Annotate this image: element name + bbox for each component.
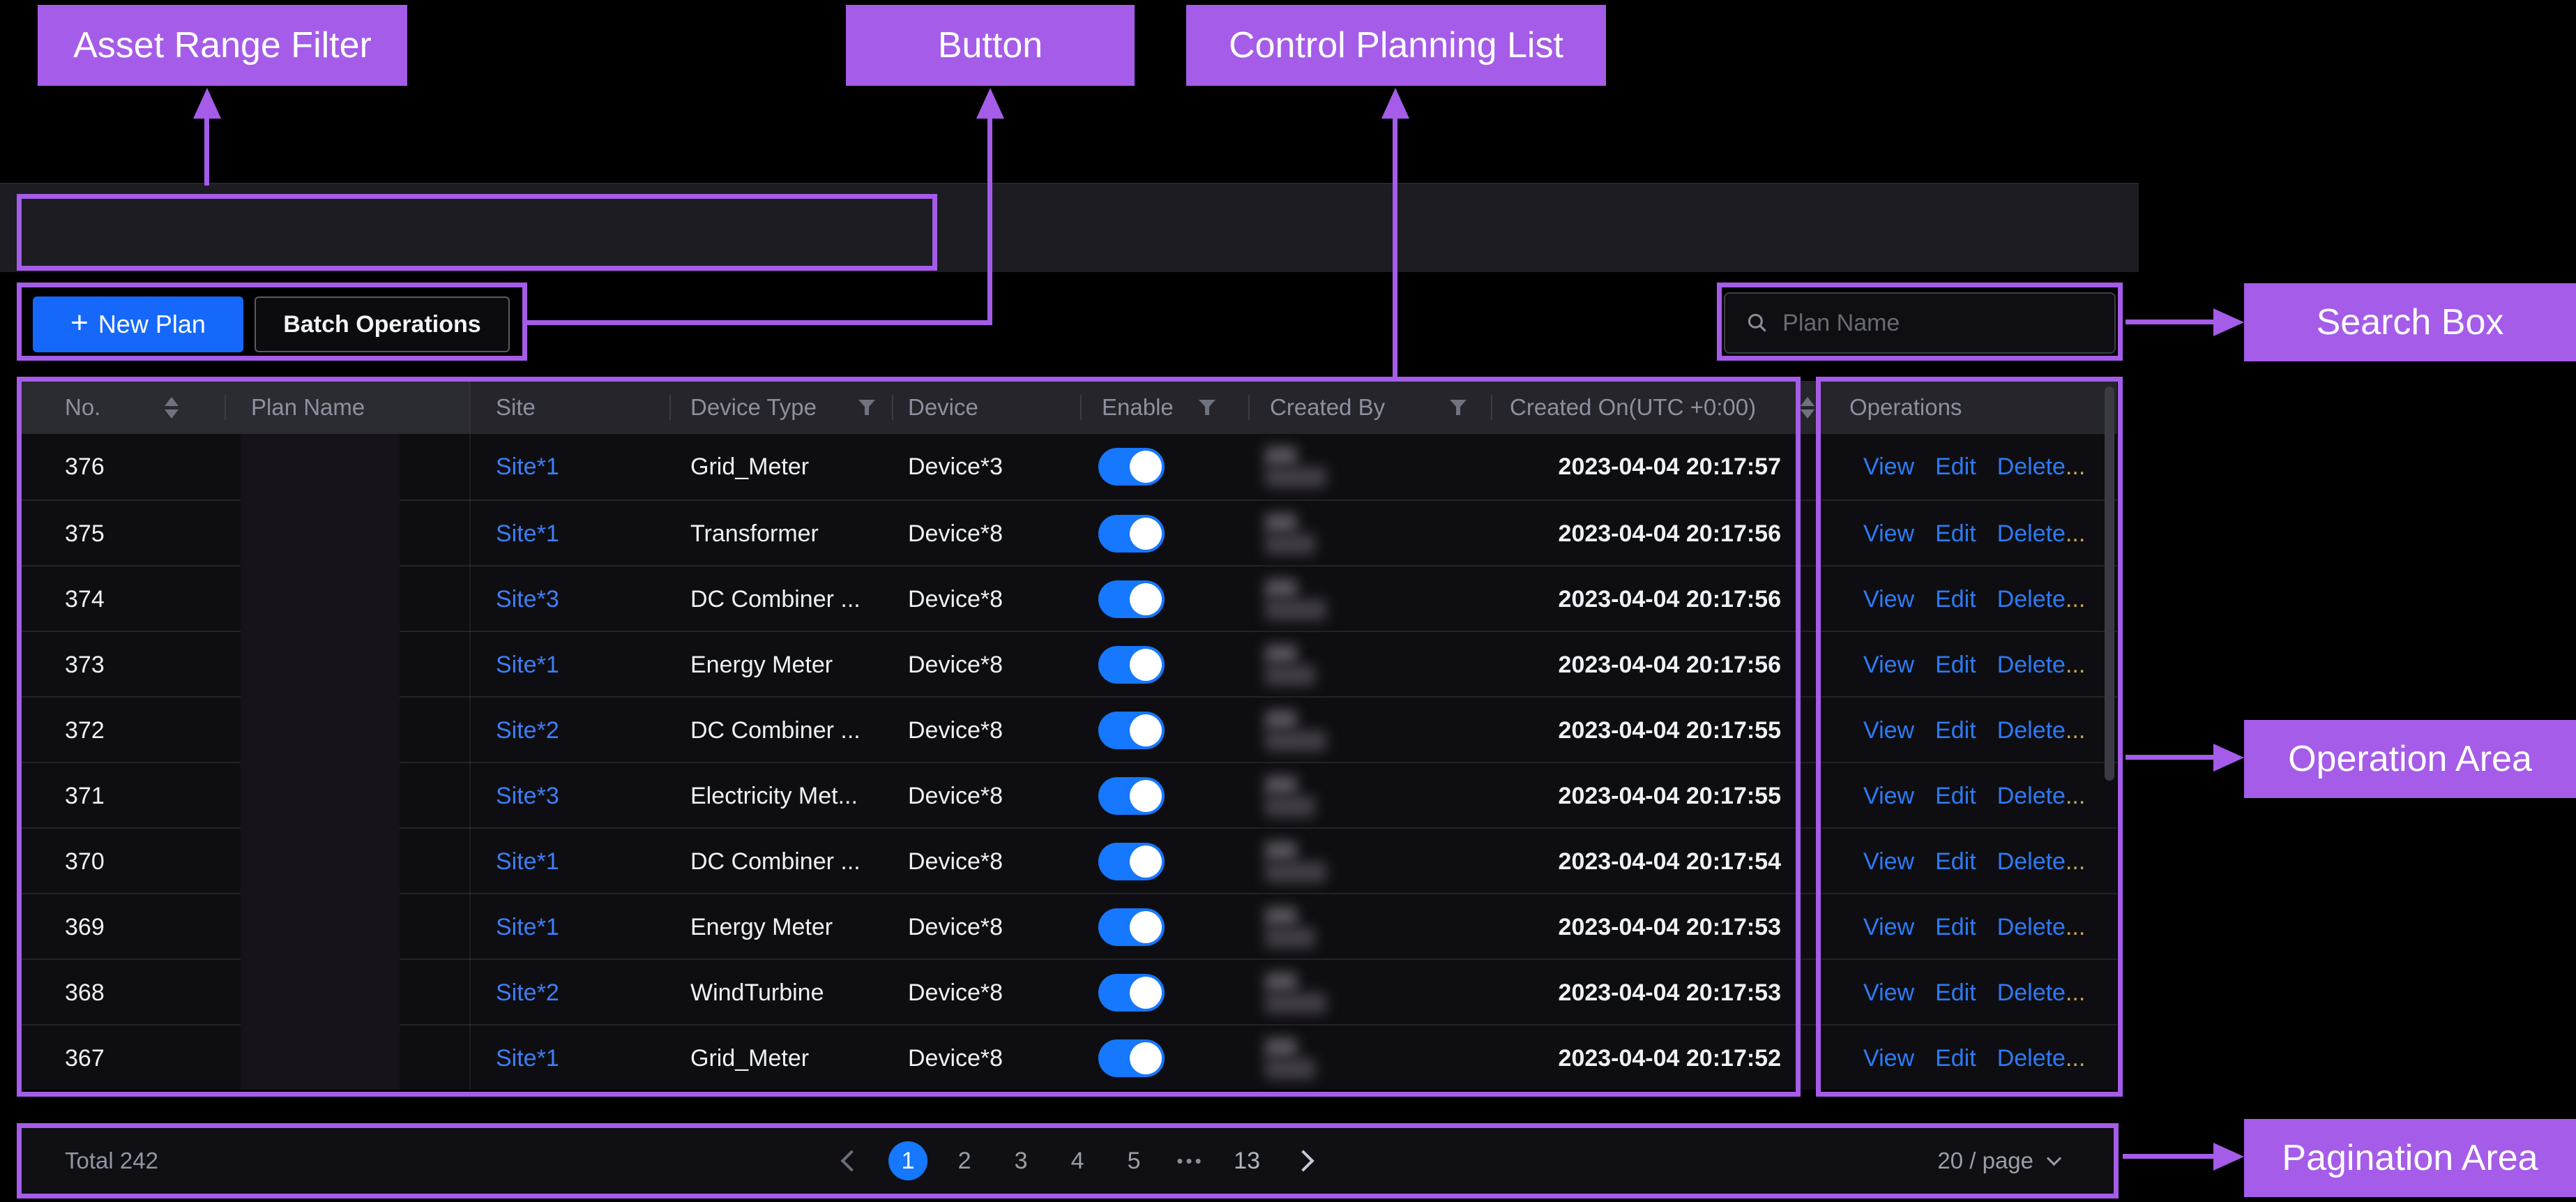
arrow-pagination-area bbox=[2123, 1154, 2216, 1159]
arrow-operation-area bbox=[2126, 755, 2216, 760]
created-on-sort-icon[interactable] bbox=[1801, 381, 1814, 434]
outline-buttons bbox=[17, 283, 527, 361]
annotation-operation-area: Operation Area bbox=[2244, 720, 2576, 798]
annotation-control-planning-list: Control Planning List bbox=[1186, 5, 1606, 86]
outline-asset-range-filter bbox=[17, 194, 937, 271]
annotation-button: Button bbox=[846, 5, 1135, 86]
arrow-control-planning-list bbox=[1393, 116, 1397, 377]
outline-operations bbox=[1816, 377, 2123, 1097]
outline-table bbox=[17, 377, 1801, 1097]
control-planning-screen: All Park Wind Storage Building Site: All… bbox=[0, 0, 2576, 1202]
arrow-search-box bbox=[2126, 320, 2216, 324]
annotation-pagination-area: Pagination Area bbox=[2244, 1119, 2576, 1197]
arrow-button bbox=[987, 116, 992, 325]
outline-pagination bbox=[17, 1123, 2119, 1199]
arrow-asset-range-filter bbox=[204, 116, 209, 186]
annotation-asset-range-filter: Asset Range Filter bbox=[38, 5, 407, 86]
annotation-search-box: Search Box bbox=[2244, 283, 2576, 361]
outline-search-box bbox=[1717, 283, 2123, 361]
